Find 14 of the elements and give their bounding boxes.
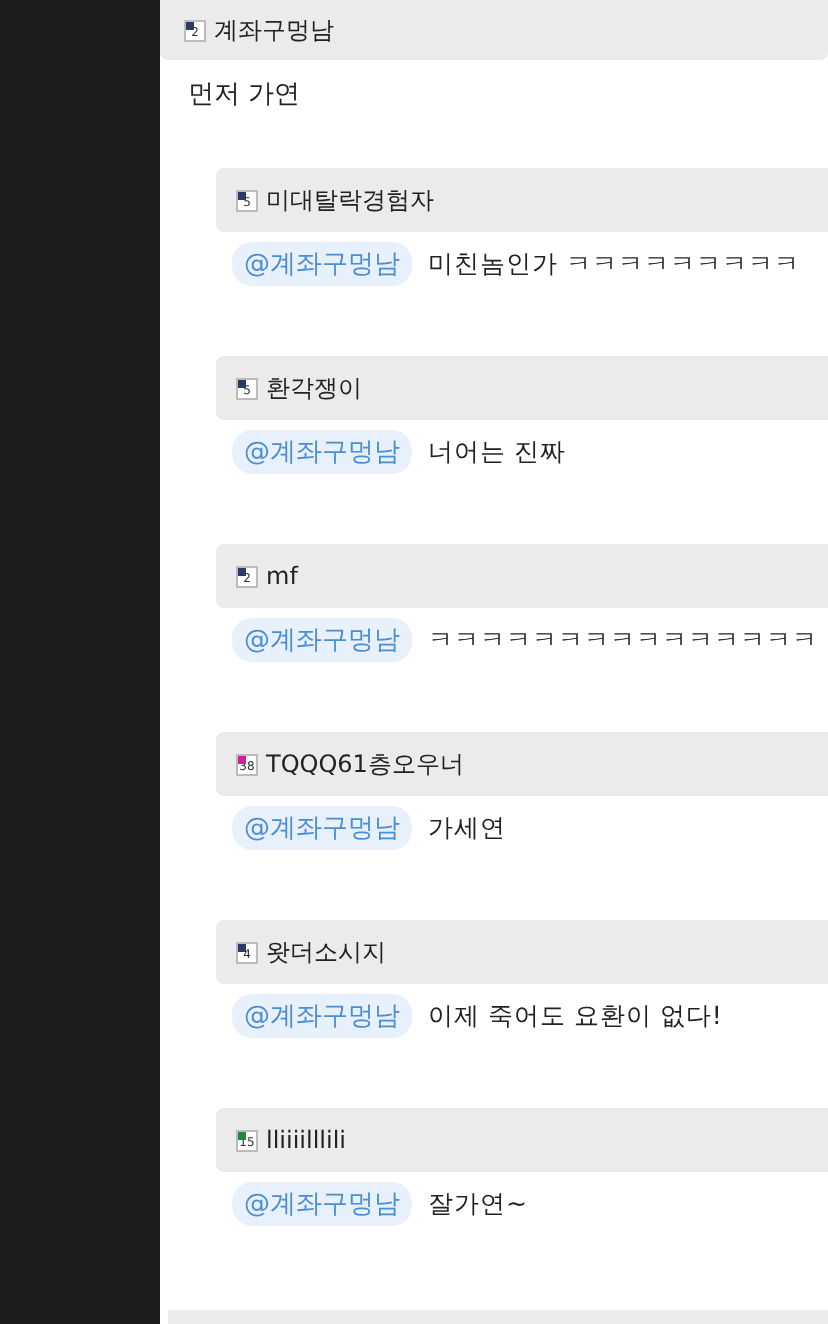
author-name[interactable]: 환각쟁이	[266, 371, 362, 405]
author-name[interactable]: 미대탈락경험자	[266, 183, 434, 217]
reply-text: 잘가연~	[428, 1187, 527, 1221]
reply-text: ㅋㅋㅋㅋㅋㅋㅋㅋㅋㅋㅋㅋㅋㅋㅋ	[428, 623, 818, 657]
reply-text: 미친놈인가 ㅋㅋㅋㅋㅋㅋㅋㅋㅋ	[428, 247, 800, 281]
author-name[interactable]: mf	[266, 562, 298, 590]
reply-text: 이제 죽어도 요환이 없다!	[428, 999, 722, 1033]
reply-text: 가세연	[428, 811, 506, 845]
author-name[interactable]: 왓더소시지	[266, 935, 386, 969]
author-name[interactable]: lliiiilllili	[266, 1126, 347, 1154]
comment-text: 먼저 가연	[186, 78, 303, 114]
author-name[interactable]: 계좌구멍남	[214, 13, 334, 47]
reply-text: 너어는 진짜	[428, 435, 566, 469]
author-name[interactable]: TQQQ61층오우너	[266, 747, 464, 781]
